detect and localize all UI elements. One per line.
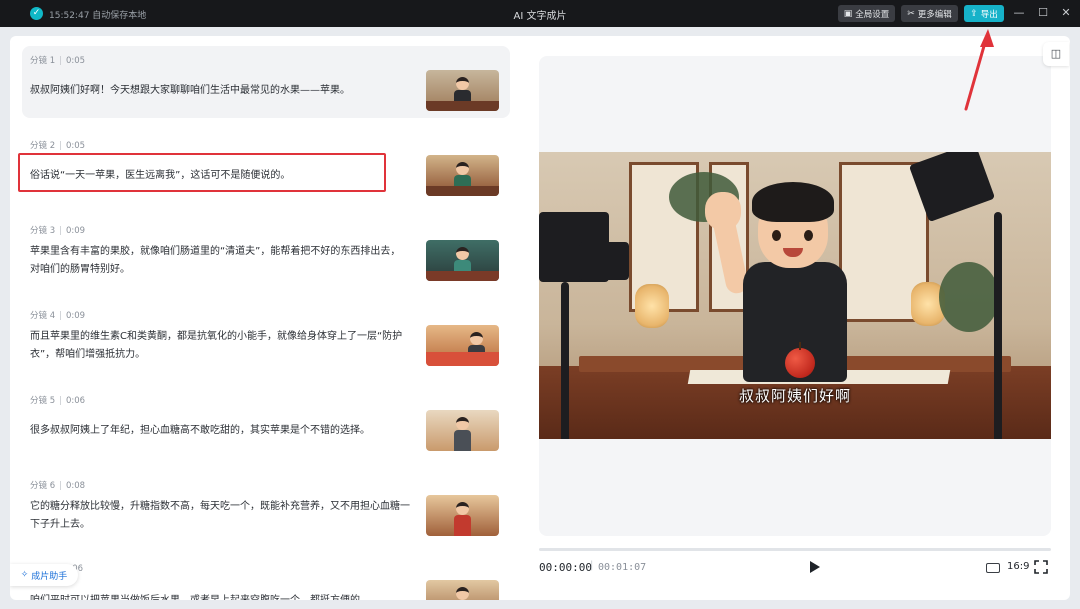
more-edit-button[interactable]: ✂ 更多编辑 bbox=[901, 5, 958, 22]
main-panel: 分镜 1 | 0:05 叔叔阿姨们好啊！今天想跟大家聊聊咱们生活中最常见的水果——苹… bbox=[10, 36, 1070, 600]
shot-duration: 0:09 bbox=[66, 226, 86, 236]
shot-thumbnail[interactable] bbox=[426, 410, 499, 451]
annotation-arrow bbox=[964, 29, 994, 111]
shot-duration: 0:05 bbox=[66, 56, 86, 66]
shot-item-4[interactable]: 分镜 4 | 0:09 而且苹果里的维生素C和类黄酮，都是抗氧化的小能手，就像给身体… bbox=[22, 301, 510, 373]
shot-label: 分镜 3 bbox=[30, 226, 56, 236]
shot-header: 分镜 6 | 0:08 bbox=[30, 481, 86, 491]
shot-thumbnail[interactable] bbox=[426, 70, 499, 111]
shot-duration: 0:08 bbox=[66, 481, 86, 491]
shot-duration: 0:09 bbox=[66, 311, 86, 321]
global-settings-button[interactable]: ▣ 全局设置 bbox=[838, 5, 895, 22]
shot-header: 分镜 2 | 0:05 bbox=[30, 141, 86, 151]
export-icon: ⇪ bbox=[970, 8, 978, 19]
shot-thumbnail[interactable] bbox=[426, 240, 499, 281]
shot-item-5[interactable]: 分镜 5 | 0:06 很多叔叔阿姨上了年纪，担心血糖高不敢吃甜的，其实苹果是个不错… bbox=[22, 386, 510, 458]
scissors-icon: ✂ bbox=[907, 8, 915, 19]
progress-bar[interactable] bbox=[539, 548, 1051, 551]
sidebar-toggle-icon[interactable]: ◫ bbox=[1043, 42, 1069, 66]
shot-script[interactable]: 咱们平时可以把苹果当做饭后水果，或者早上起来空腹吃一个，都挺方便的。 bbox=[30, 592, 410, 600]
export-label: 导出 bbox=[980, 9, 998, 20]
shot-header: 分镜 4 | 0:09 bbox=[30, 311, 86, 321]
shot-thumbnail[interactable] bbox=[426, 580, 499, 600]
global-settings-label: 全局设置 bbox=[855, 9, 890, 20]
close-icon[interactable]: ✕ bbox=[1057, 4, 1075, 22]
shot-label: 分镜 4 bbox=[30, 311, 56, 321]
panel-icon: ▣ bbox=[843, 8, 853, 19]
fullscreen-icon[interactable] bbox=[1034, 560, 1048, 574]
shot-script[interactable]: 苹果里含有丰富的果胶，就像咱们肠道里的“清道夫”，能帮着把不好的东西排出去，对咱… bbox=[30, 243, 410, 279]
shot-thumbnail[interactable] bbox=[426, 155, 499, 196]
shot-label: 分镜 1 bbox=[30, 56, 56, 66]
maximize-icon[interactable]: ☐ bbox=[1034, 4, 1052, 22]
video-preview[interactable]: 叔叔阿姨们好啊 bbox=[539, 152, 1051, 439]
annotation-highlight-box bbox=[18, 153, 386, 192]
shot-item-1[interactable]: 分镜 1 | 0:05 叔叔阿姨们好啊！今天想跟大家聊聊咱们生活中最常见的水果——苹… bbox=[22, 46, 510, 118]
shot-item-6[interactable]: 分镜 6 | 0:08 它的糖分释放比较慢，升糖指数不高，每天吃一个，既能补充营养，… bbox=[22, 471, 510, 543]
shot-thumbnail[interactable] bbox=[426, 325, 499, 366]
export-button[interactable]: ⇪ 导出 bbox=[964, 5, 1004, 22]
assistant-label: 成片助手 bbox=[31, 571, 68, 582]
play-icon[interactable] bbox=[807, 560, 821, 574]
shot-duration: 0:05 bbox=[66, 141, 86, 151]
shot-script[interactable]: 很多叔叔阿姨上了年纪，担心血糖高不敢吃甜的，其实苹果是个不错的选择。 bbox=[30, 422, 410, 440]
shot-script[interactable]: 它的糖分释放比较慢，升糖指数不高，每天吃一个，既能补充营养，又不用担心血糖一下子… bbox=[30, 498, 410, 534]
shot-label: 分镜 6 bbox=[30, 481, 56, 491]
shot-thumbnail[interactable] bbox=[426, 495, 499, 536]
minimize-icon[interactable]: — bbox=[1010, 4, 1028, 22]
shot-header: 分镜 5 | 0:06 bbox=[30, 396, 86, 406]
shot-header: 分镜 3 | 0:09 bbox=[30, 226, 86, 236]
aspect-ratio-value[interactable]: 16:9 bbox=[1007, 561, 1029, 572]
sparkle-icon: ✧ bbox=[20, 570, 29, 580]
assistant-button[interactable]: ✧ 成片助手 bbox=[10, 564, 78, 586]
time-separator: | bbox=[590, 560, 594, 571]
shot-duration: 0:06 bbox=[66, 396, 86, 406]
current-time: 00:00:00 bbox=[539, 561, 592, 574]
total-duration: 00:01:07 bbox=[598, 562, 647, 573]
video-subtitle: 叔叔阿姨们好啊 bbox=[738, 387, 851, 405]
shot-script[interactable]: 而且苹果里的维生素C和类黄酮，都是抗氧化的小能手，就像给身体穿上了一层“防护衣”… bbox=[30, 328, 410, 364]
shot-script[interactable]: 叔叔阿姨们好啊！今天想跟大家聊聊咱们生活中最常见的水果——苹果。 bbox=[30, 82, 410, 100]
aspect-ratio-icon[interactable] bbox=[986, 563, 1000, 573]
shot-label: 分镜 5 bbox=[30, 396, 56, 406]
more-edit-label: 更多编辑 bbox=[917, 9, 952, 20]
shot-item-7[interactable]: 0:06 咱们平时可以把苹果当做饭后水果，或者早上起来空腹吃一个，都挺方便的。 bbox=[22, 556, 510, 600]
shot-header: 分镜 1 | 0:05 bbox=[30, 56, 86, 66]
shot-item-3[interactable]: 分镜 3 | 0:09 苹果里含有丰富的果胶，就像咱们肠道里的“清道夫”，能帮着把不… bbox=[22, 216, 510, 288]
shot-label: 分镜 2 bbox=[30, 141, 56, 151]
title-bar: ✓ 15:52:47 自动保存本地 AI 文字成片 ▣ 全局设置 ✂ 更多编辑 … bbox=[0, 0, 1080, 27]
